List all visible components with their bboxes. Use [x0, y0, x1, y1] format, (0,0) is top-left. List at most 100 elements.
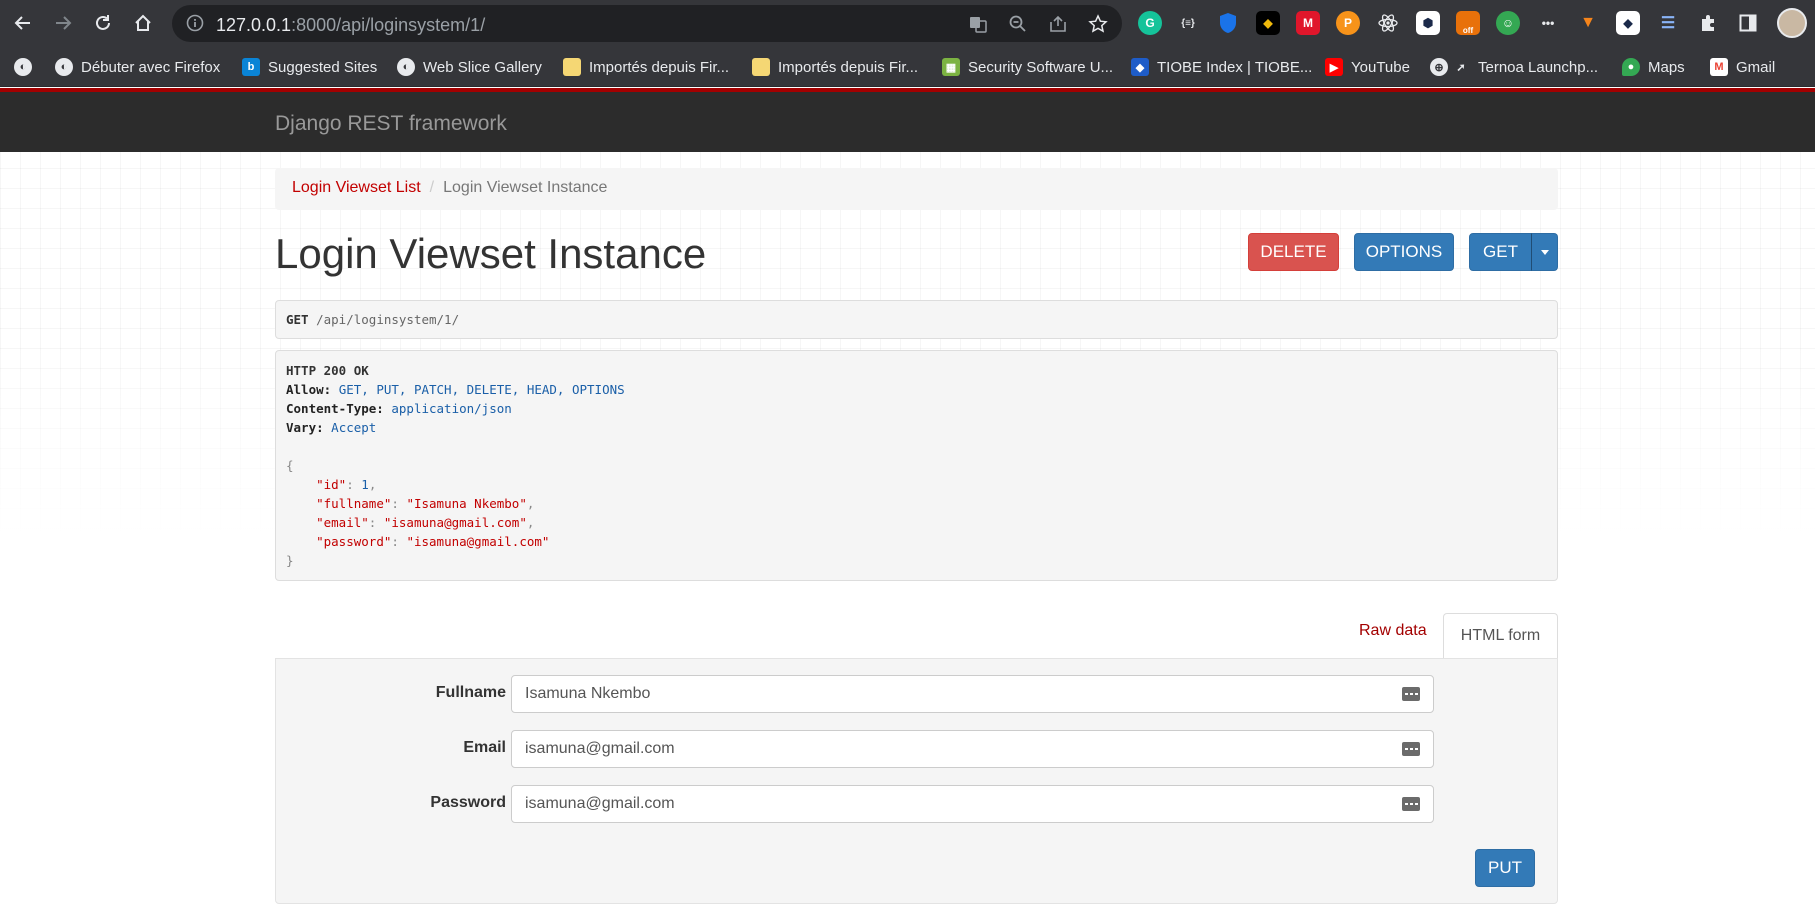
response-header: Allow: GET, PUT, PATCH, DELETE, HEAD, OP…	[286, 380, 1547, 399]
youtube-icon: ▶	[1325, 58, 1343, 76]
request-info: GET /api/loginsystem/1/	[275, 300, 1558, 339]
json-viewer-icon[interactable]: {≡}	[1176, 11, 1200, 35]
bookmark-label: Importés depuis Fir...	[589, 58, 730, 76]
bookmark-security-software[interactable]: ▦ Security Software U...	[942, 56, 1113, 78]
header-value: application/json	[391, 401, 512, 416]
email-label: Email	[463, 739, 506, 756]
react-devtools-icon[interactable]	[1376, 11, 1400, 35]
bookmark-folder-2[interactable]: Importés depuis Fir...	[752, 56, 918, 78]
folder-icon	[563, 58, 581, 76]
bookmark-label: Débuter avec Firefox	[81, 58, 221, 76]
options-button[interactable]: OPTIONS	[1354, 233, 1454, 271]
email-value: isamuna@gmail.com	[525, 740, 675, 757]
json-line: "id": 1,	[316, 477, 377, 492]
apps-globe-icon[interactable]: ◐	[14, 56, 32, 78]
security-icon: ▦	[942, 58, 960, 76]
json-line: "email": "isamuna@gmail.com",	[316, 515, 535, 530]
brand-link[interactable]: Django REST framework	[275, 112, 507, 136]
header-value: GET, PUT, PATCH, DELETE, HEAD, OPTIONS	[338, 382, 625, 397]
forward-icon[interactable]	[48, 8, 78, 38]
page-title: Login Viewset Instance	[275, 230, 707, 277]
fox-wallet-icon[interactable]: ▼	[1576, 11, 1600, 35]
bookmark-maps[interactable]: ● Maps	[1622, 56, 1685, 78]
password-manager-icon[interactable]	[1402, 742, 1420, 756]
hexagon-extension-icon[interactable]: ⬢	[1416, 11, 1440, 35]
tab-raw-data[interactable]: Raw data	[1359, 622, 1427, 640]
json-value: "isamuna@gmail.com"	[406, 534, 550, 549]
home-icon[interactable]	[128, 8, 158, 38]
bookmark-youtube[interactable]: ▶ YouTube	[1325, 56, 1410, 78]
delete-button[interactable]: DELETE	[1248, 233, 1339, 271]
metamask-m-icon[interactable]: M	[1296, 11, 1320, 35]
browser-toolbar: 127.0.0.1:8000/api/loginsystem/1/ G {≡} …	[0, 0, 1815, 47]
password-manager-icon[interactable]	[1402, 797, 1420, 811]
url-text[interactable]: 127.0.0.1:8000/api/loginsystem/1/	[216, 15, 485, 36]
bookmark-tiobe[interactable]: ◆ TIOBE Index | TIOBE...	[1131, 56, 1312, 78]
more-extension-icon[interactable]: •••	[1536, 11, 1560, 35]
p-extension-icon[interactable]: P	[1336, 11, 1360, 35]
json-comma: ,	[526, 515, 535, 530]
share-icon[interactable]	[1047, 13, 1069, 35]
address-bar[interactable]: 127.0.0.1:8000/api/loginsystem/1/	[172, 5, 1122, 42]
json-comma: ,	[526, 496, 535, 511]
grammarly-icon[interactable]: G	[1138, 11, 1162, 35]
bookmark-label: Maps	[1648, 58, 1685, 76]
navbar: Django REST framework	[0, 88, 1815, 152]
bookmark-label: YouTube	[1351, 58, 1410, 76]
response-header: Content-Type: application/json	[286, 399, 1547, 418]
password-field[interactable]: isamuna@gmail.com	[511, 785, 1434, 823]
json-value: "Isamuna Nkembo"	[406, 496, 527, 511]
url-path: :8000/api/loginsystem/1/	[291, 15, 486, 35]
response-status: HTTP 200 OK	[286, 363, 369, 378]
gmail-icon: M	[1710, 58, 1728, 76]
bookmark-suggested-sites[interactable]: b Suggested Sites	[242, 56, 377, 78]
fullname-value: Isamuna Nkembo	[525, 685, 651, 702]
site-info-icon[interactable]	[186, 14, 204, 37]
get-button[interactable]: GET	[1469, 233, 1532, 271]
diamond-extension-icon[interactable]: ◆	[1616, 11, 1640, 35]
robot-extension-icon[interactable]: ☺	[1496, 11, 1520, 35]
globe-icon: ◐	[397, 58, 415, 76]
bookmark-web-slice-gallery[interactable]: ◐ Web Slice Gallery	[397, 56, 542, 78]
password-manager-icon[interactable]	[1402, 687, 1420, 701]
extensions-puzzle-icon[interactable]	[1696, 11, 1720, 35]
list-extension-icon[interactable]: ☰	[1656, 11, 1680, 35]
breadcrumb-separator: /	[429, 179, 435, 196]
profile-avatar-icon[interactable]	[1777, 8, 1807, 38]
bookmark-folder-1[interactable]: Importés depuis Fir...	[563, 56, 729, 78]
email-field[interactable]: isamuna@gmail.com	[511, 730, 1434, 768]
pdf-extension-icon[interactable]: off	[1456, 11, 1480, 35]
star-icon[interactable]	[1087, 13, 1109, 35]
binance-icon[interactable]: ◆	[1256, 11, 1280, 35]
json-close-brace: }	[286, 553, 294, 568]
bookmark-label: Suggested Sites	[268, 58, 378, 76]
header-key: Allow:	[286, 382, 332, 397]
response-header: Vary: Accept	[286, 418, 1547, 437]
header-key: Content-Type:	[286, 401, 384, 416]
side-panel-icon[interactable]	[1736, 11, 1760, 35]
bookmark-firefox[interactable]: ◐ Débuter avec Firefox	[55, 56, 220, 78]
get-format-dropdown[interactable]	[1531, 233, 1558, 271]
json-key: "id"	[316, 477, 347, 492]
shield-icon[interactable]	[1216, 11, 1240, 35]
fullname-field[interactable]: Isamuna Nkembo	[511, 675, 1434, 713]
json-value: "isamuna@gmail.com"	[383, 515, 527, 530]
bookmark-label: Ternoa Launchp...	[1478, 58, 1599, 76]
json-open-brace: {	[286, 458, 294, 473]
put-button[interactable]: PUT	[1475, 849, 1535, 887]
zoom-icon[interactable]	[1007, 13, 1029, 35]
put-form: Fullname Isamuna Nkembo Email isamuna@gm…	[275, 658, 1558, 904]
json-line: "password": "isamuna@gmail.com"	[316, 534, 550, 549]
bookmark-label: Importés depuis Fir...	[778, 58, 919, 76]
bookmark-label: Security Software U...	[968, 58, 1114, 76]
bookmark-label: Gmail	[1736, 58, 1776, 76]
translate-icon[interactable]	[967, 13, 989, 35]
breadcrumb-list-link[interactable]: Login Viewset List	[292, 179, 421, 196]
tab-html-form[interactable]: HTML form	[1443, 613, 1558, 658]
bookmark-gmail[interactable]: M Gmail	[1710, 56, 1775, 78]
bookmark-ternoa[interactable]: ⊕ ➚ Ternoa Launchp...	[1430, 56, 1598, 78]
fullname-label: Fullname	[435, 684, 506, 701]
reload-icon[interactable]	[88, 8, 118, 38]
maps-icon: ●	[1622, 58, 1640, 76]
back-icon[interactable]	[8, 8, 38, 38]
